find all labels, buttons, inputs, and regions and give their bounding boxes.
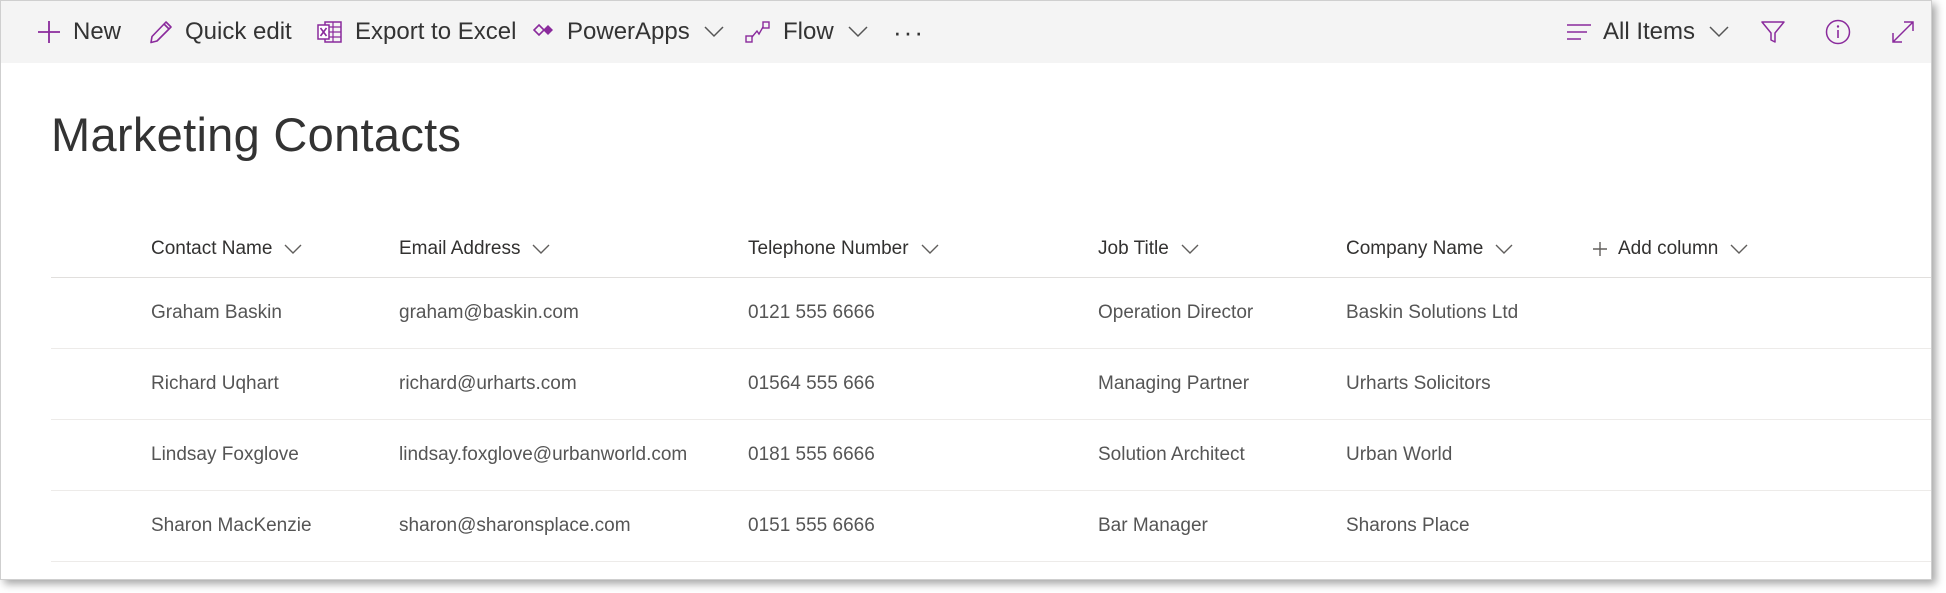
table-row[interactable]: Lindsay Foxglove lindsay.foxglove@urbanw…	[51, 420, 1931, 491]
chevron-down-icon	[1709, 26, 1729, 38]
command-bar: New Quick edit Export to Excel PowerApps…	[1, 1, 1931, 63]
cell-email-address: lindsay.foxglove@urbanworld.com	[399, 444, 688, 465]
cell-job-title: Solution Architect	[1098, 444, 1245, 465]
expand-button[interactable]	[1891, 1, 1915, 63]
chevron-down-icon	[1181, 244, 1199, 254]
quick-edit-button[interactable]: Quick edit	[149, 1, 292, 63]
chevron-down-icon	[1730, 244, 1748, 254]
cell-telephone-number: 01564 555 666	[748, 373, 875, 394]
cell-company-name: Urharts Solicitors	[1346, 373, 1491, 394]
cell-job-title: Managing Partner	[1098, 373, 1250, 394]
more-options-button[interactable]: ···	[893, 1, 925, 63]
column-header-job-title[interactable]: Job Title	[1098, 221, 1199, 277]
cell-contact-name: Graham Baskin	[151, 302, 282, 323]
export-to-excel-button[interactable]: Export to Excel	[317, 1, 516, 63]
plus-icon	[1592, 241, 1608, 257]
powerapps-icon	[533, 22, 555, 42]
chevron-down-icon	[284, 244, 302, 254]
powerapps-label: PowerApps	[567, 18, 690, 45]
flow-menu[interactable]: Flow	[745, 1, 868, 63]
add-column-label: Add column	[1618, 238, 1719, 259]
table-row[interactable]: Graham Baskin graham@baskin.com 0121 555…	[51, 278, 1931, 349]
column-header-label: Job Title	[1098, 238, 1169, 259]
view-label: All Items	[1603, 18, 1696, 45]
cell-company-name: Urban World	[1346, 444, 1453, 465]
export-to-excel-label: Export to Excel	[355, 18, 517, 45]
list-view: Contact Name Email Address Telephone Num…	[51, 221, 1931, 562]
pencil-icon	[149, 20, 173, 44]
column-header-label: Company Name	[1346, 238, 1484, 259]
cell-job-title: Bar Manager	[1098, 515, 1208, 536]
chevron-down-icon	[1495, 244, 1513, 254]
table-row[interactable]: Sharon MacKenzie sharon@sharonsplace.com…	[51, 491, 1931, 562]
info-button[interactable]	[1825, 1, 1851, 63]
cell-company-name: Baskin Solutions Ltd	[1346, 302, 1519, 323]
column-header-contact-name[interactable]: Contact Name	[151, 221, 302, 277]
column-header-label: Email Address	[399, 238, 521, 259]
info-icon	[1825, 19, 1851, 45]
cell-email-address: richard@urharts.com	[399, 373, 577, 394]
view-selector[interactable]: All Items	[1567, 1, 1729, 63]
table-row[interactable]: Richard Uqhart richard@urharts.com 01564…	[51, 349, 1931, 420]
column-header-email-address[interactable]: Email Address	[399, 221, 550, 277]
cell-contact-name: Lindsay Foxglove	[151, 444, 299, 465]
flow-label: Flow	[783, 18, 834, 45]
cell-email-address: graham@baskin.com	[399, 302, 579, 323]
powerapps-menu[interactable]: PowerApps	[533, 1, 724, 63]
page-title: Marketing Contacts	[51, 108, 462, 161]
quick-edit-label: Quick edit	[185, 18, 292, 45]
app-frame: New Quick edit Export to Excel PowerApps…	[0, 0, 1932, 580]
cell-telephone-number: 0151 555 6666	[748, 515, 875, 536]
column-header-label: Telephone Number	[748, 238, 909, 259]
cell-contact-name: Sharon MacKenzie	[151, 515, 312, 536]
new-label: New	[73, 18, 122, 45]
excel-icon	[317, 20, 343, 44]
cell-telephone-number: 0121 555 6666	[748, 302, 875, 323]
plus-icon	[37, 20, 61, 44]
chevron-down-icon	[532, 244, 550, 254]
cell-email-address: sharon@sharonsplace.com	[399, 515, 631, 536]
column-header-row: Contact Name Email Address Telephone Num…	[51, 221, 1931, 278]
view-lines-icon	[1567, 23, 1591, 41]
filter-icon	[1761, 20, 1785, 44]
add-column-button[interactable]: Add column	[1592, 221, 1748, 277]
cell-contact-name: Richard Uqhart	[151, 373, 279, 394]
cell-telephone-number: 0181 555 6666	[748, 444, 875, 465]
new-button[interactable]: New	[37, 1, 121, 63]
cell-company-name: Sharons Place	[1346, 515, 1470, 536]
filter-button[interactable]	[1761, 1, 1785, 63]
column-header-label: Contact Name	[151, 238, 273, 259]
column-header-company-name[interactable]: Company Name	[1346, 221, 1513, 277]
cell-job-title: Operation Director	[1098, 302, 1254, 323]
flow-icon	[745, 21, 771, 43]
chevron-down-icon	[921, 244, 939, 254]
more-options-label: ···	[893, 17, 925, 47]
chevron-down-icon	[848, 26, 868, 38]
expand-icon	[1891, 20, 1915, 44]
chevron-down-icon	[704, 26, 724, 38]
column-header-telephone-number[interactable]: Telephone Number	[748, 221, 939, 277]
